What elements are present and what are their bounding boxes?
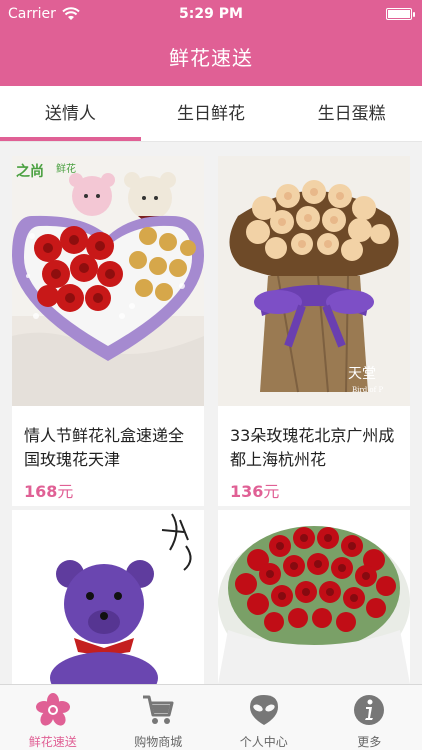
bottom-tab-bar: 鲜花速送 购物商城 个人中心 更多 — [0, 684, 422, 750]
price-unit: 元 — [57, 482, 74, 501]
tabbar-label: 个人中心 — [239, 735, 288, 749]
product-image-heart-box[interactable]: 之尚 鲜花 — [12, 156, 204, 406]
status-bar: Carrier 5:29 PM — [0, 0, 422, 30]
product-image-red-roses[interactable] — [218, 510, 410, 684]
product-card[interactable]: 之尚 鲜花 情人节鲜花礼盒速递全国玫瑰花天津 168元 — [12, 156, 204, 506]
alien-icon — [249, 695, 278, 725]
price-unit: 元 — [263, 482, 280, 501]
tabbar-shopping-mall[interactable]: 购物商城 — [106, 685, 212, 750]
cart-icon — [143, 695, 174, 724]
svg-text:Bird of P: Bird of P — [352, 386, 383, 394]
heart-box-roses-image: 之尚 鲜花 — [12, 156, 204, 406]
category-tabs: 送情人 生日鲜花 生日蛋糕 — [0, 86, 422, 142]
product-image-flower-bear[interactable] — [12, 510, 204, 684]
tabbar-label: 更多 — [357, 735, 382, 749]
purple-flower-bear-image — [12, 510, 204, 684]
tab-valentine[interactable]: 送情人 — [0, 86, 141, 141]
tabbar-label: 购物商城 — [134, 735, 183, 749]
product-price: 168元 — [24, 478, 73, 502]
product-card[interactable]: 天堂 Bird of P 33朵玫瑰花北京广州成都上海杭州花 136元 — [218, 156, 410, 506]
app-header: Carrier 5:29 PM 鲜花速送 — [0, 0, 422, 86]
svg-text:天堂: 天堂 — [348, 366, 376, 382]
svg-text:鲜花: 鲜花 — [56, 162, 76, 175]
tabbar-flower-delivery[interactable]: 鲜花速送 — [0, 685, 106, 750]
page-title: 鲜花速送 — [169, 46, 253, 70]
tab-birthday-flowers[interactable]: 生日鲜花 — [141, 86, 282, 141]
flower-icon — [35, 693, 70, 726]
svg-text:之尚: 之尚 — [16, 163, 44, 180]
tabbar-label: 鲜花速送 — [28, 735, 77, 749]
product-grid: 之尚 鲜花 情人节鲜花礼盒速递全国玫瑰花天津 168元 天堂 Bird of P… — [0, 142, 422, 684]
tabbar-profile[interactable]: 个人中心 — [211, 685, 317, 750]
peach-roses-bouquet-image: 天堂 Bird of P — [218, 156, 410, 406]
product-title[interactable]: 33朵玫瑰花北京广州成都上海杭州花 — [230, 424, 402, 472]
red-roses-bouquet-image — [218, 510, 410, 684]
product-card[interactable] — [218, 510, 410, 684]
price-value: 168 — [24, 482, 58, 501]
status-time: 5:29 PM — [179, 6, 243, 22]
tabbar-more[interactable]: 更多 — [317, 685, 422, 750]
tab-birthday-cake[interactable]: 生日蛋糕 — [281, 86, 422, 141]
product-card[interactable] — [12, 510, 204, 684]
info-icon — [354, 695, 385, 725]
battery-icon — [386, 8, 415, 20]
price-value: 136 — [230, 482, 264, 501]
product-title[interactable]: 情人节鲜花礼盒速递全国玫瑰花天津 — [24, 424, 196, 472]
product-image-peach-roses[interactable]: 天堂 Bird of P — [218, 156, 410, 406]
product-price: 136元 — [230, 478, 279, 502]
